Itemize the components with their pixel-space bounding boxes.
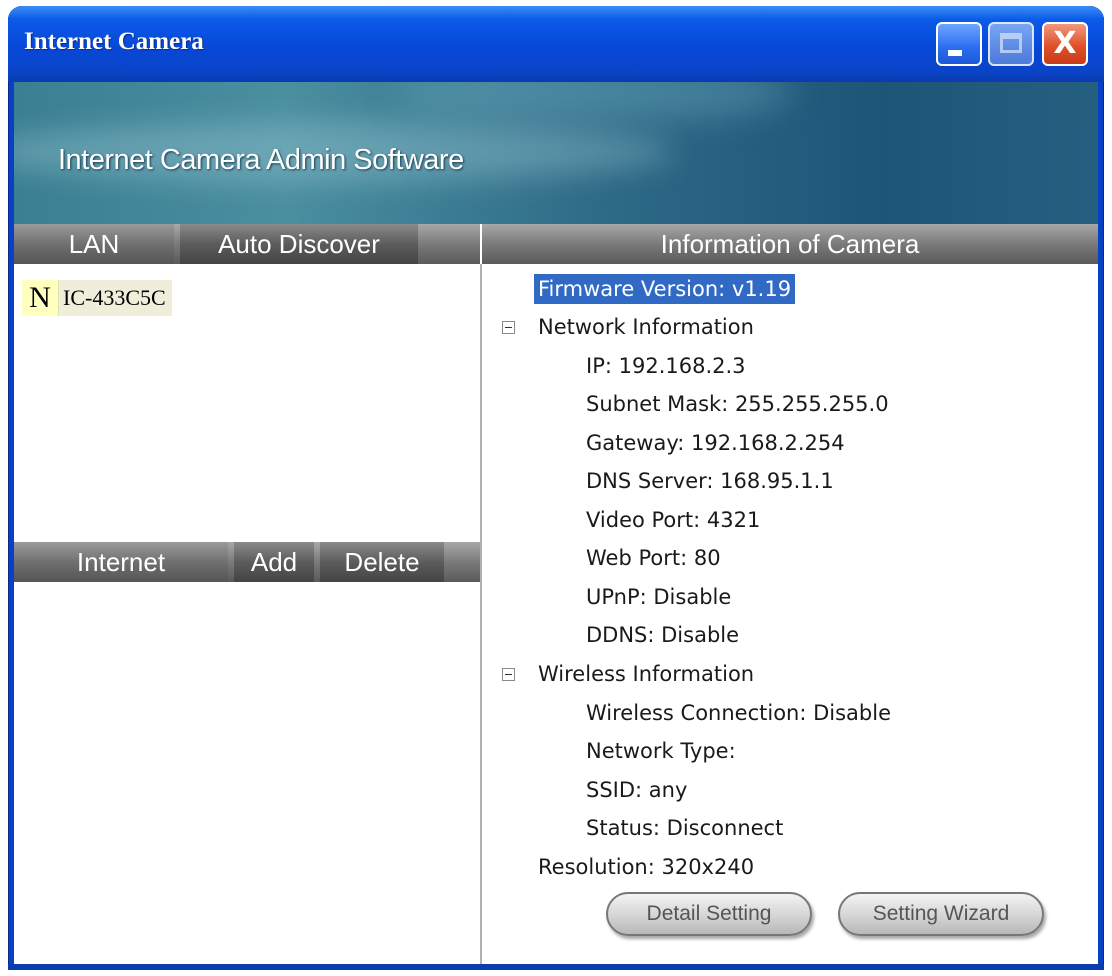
wireless-connection-value: Wireless Connection: Disable (586, 701, 892, 725)
title-bar[interactable]: Internet Camera X (8, 6, 1104, 82)
network-info-heading[interactable]: Network Information (538, 312, 754, 342)
client-area: Internet Camera Admin Software LAN Auto … (14, 82, 1098, 964)
setting-wizard-button[interactable]: Setting Wizard (838, 892, 1044, 936)
ssid-value: SSID: any (586, 778, 688, 802)
collapse-network-icon[interactable] (502, 321, 515, 334)
banner: Internet Camera Admin Software (14, 82, 1098, 224)
web-port-value: Web Port: 80 (586, 546, 721, 570)
subnet-mask-value: Subnet Mask: 255.255.255.0 (586, 392, 889, 416)
tab-lan[interactable]: LAN (14, 224, 174, 264)
collapse-wireless-icon[interactable] (502, 668, 515, 681)
banner-title: Internet Camera Admin Software (58, 144, 464, 176)
delete-button[interactable]: Delete (320, 542, 444, 582)
dns-server-value: DNS Server: 168.95.1.1 (586, 469, 834, 493)
close-icon: X (1053, 26, 1077, 61)
info-header: Information of Camera (660, 229, 920, 259)
add-button[interactable]: Add (234, 542, 314, 582)
device-name: IC-433C5C (59, 280, 172, 316)
resolution-value: Resolution: 320x240 (538, 855, 755, 879)
status-value: Status: Disconnect (586, 816, 784, 840)
internet-device-list[interactable] (14, 582, 480, 964)
app-window: Internet Camera X Internet Camera Admin … (8, 6, 1104, 970)
minimize-icon (948, 50, 962, 56)
tab-internet[interactable]: Internet (14, 542, 228, 582)
gateway-value: Gateway: 192.168.2.254 (586, 431, 845, 455)
maximize-button[interactable] (988, 22, 1034, 66)
detail-setting-button[interactable]: Detail Setting (606, 892, 812, 936)
lan-device-list[interactable]: N IC-433C5C (14, 264, 480, 542)
firmware-version[interactable]: Firmware Version: v1.19 (534, 274, 796, 304)
auto-discover-button[interactable]: Auto Discover (180, 224, 418, 264)
internet-tab-bar: Internet Add Delete (14, 542, 480, 582)
info-header-bar: Information of Camera (482, 224, 1098, 264)
window-title: Internet Camera (24, 28, 204, 55)
ddns-value: DDNS: Disable (586, 623, 740, 647)
close-button[interactable]: X (1042, 22, 1088, 66)
camera-device-icon: N (22, 280, 59, 316)
list-item[interactable]: N IC-433C5C (22, 280, 172, 316)
upnp-value: UPnP: Disable (586, 585, 732, 609)
maximize-icon (1000, 33, 1022, 53)
video-port-value: Video Port: 4321 (586, 508, 761, 532)
window-bottom-border (8, 964, 1104, 970)
wireless-info-heading[interactable]: Wireless Information (538, 659, 754, 689)
camera-info-tree[interactable]: Firmware Version: v1.19 Network Informat… (482, 264, 1098, 964)
minimize-button[interactable] (936, 22, 982, 66)
ip-value: IP: 192.168.2.3 (586, 354, 746, 378)
network-type-value: Network Type: (586, 739, 736, 763)
lan-tab-bar: LAN Auto Discover (14, 224, 480, 264)
